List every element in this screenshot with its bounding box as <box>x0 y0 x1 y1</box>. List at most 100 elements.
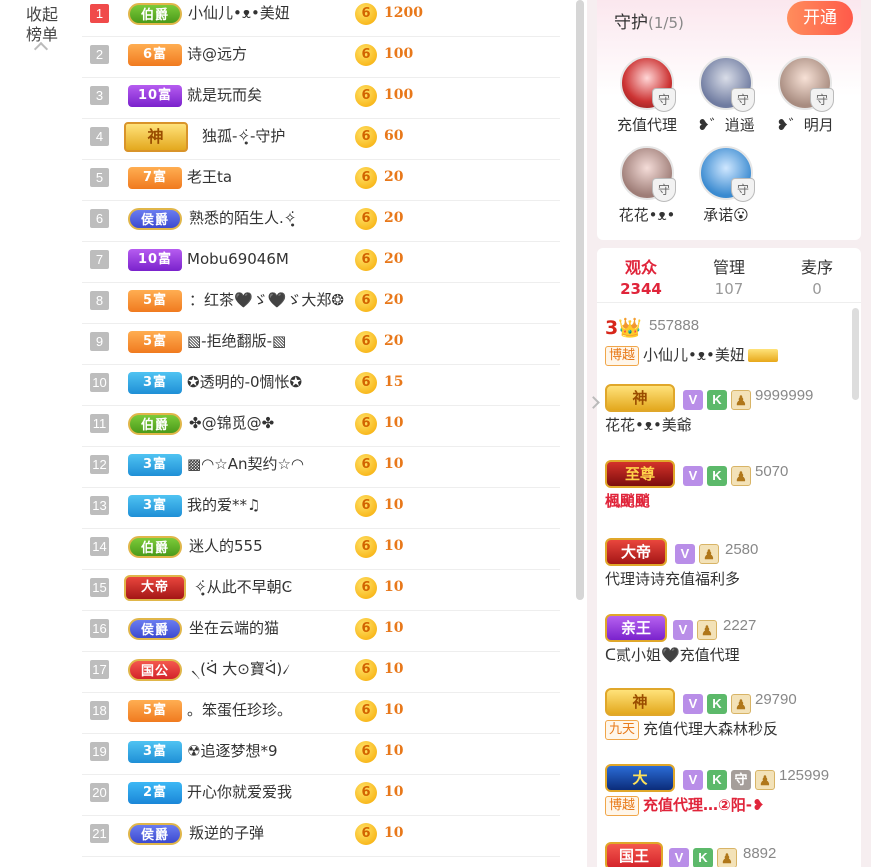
tab-admin[interactable]: 管理 107 <box>685 254 773 298</box>
rank-digit: 3 <box>605 317 619 339</box>
guard-member[interactable]: 守 ❥゛逍遥 <box>688 56 764 135</box>
coin-icon: 6 <box>355 741 377 763</box>
coin-icon: 6 <box>355 618 377 640</box>
ranking-row[interactable]: 2 6富 诗@远方 6 100 <box>82 37 560 78</box>
user-name[interactable]: ৲(ᐛ 大⊙寶ᐛ)৴ <box>191 652 290 693</box>
ranking-row[interactable]: 10 3富 ✪透明的-0惆怅✪ 6 15 <box>82 365 560 406</box>
ranking-row[interactable]: 20 2富 开心你就爱爱我 6 10 <box>82 775 560 816</box>
k-icon: K <box>707 770 727 790</box>
user-name[interactable]: ✤@锦觅@✤ <box>189 406 274 447</box>
score-value: 20 <box>384 169 404 185</box>
user-name[interactable]: 叛逆的子弹 <box>189 816 264 857</box>
tab-audience[interactable]: 观众 2344 <box>597 254 685 298</box>
user-name[interactable]: ▩◠☆An契约☆◠ <box>187 447 304 488</box>
viewer-item[interactable]: 3👑 557888 博越 小仙儿•ᴥ•美妞 <box>605 312 850 368</box>
rank-number: 11 <box>90 414 109 433</box>
viewer-item[interactable]: 至尊 V K ♟ 5070 楓颵颵 <box>605 458 850 514</box>
user-name[interactable]: 小仙儿•ᴥ•美妞 <box>188 0 290 37</box>
guard-title: 守护(1/5) <box>614 8 684 33</box>
ranking-row[interactable]: 7 10富 Mobu69046M 6 20 <box>82 242 560 283</box>
ranking-scrollbar[interactable] <box>576 0 584 600</box>
coin-icon: 6 <box>355 823 377 845</box>
rank-number: 10 <box>90 373 109 392</box>
guard-card: 守护(1/5) 开通 守 充值代理 守 ❥゛逍遥 守 ❥゛明月 守 花花•ᴥ• … <box>597 0 861 240</box>
score-value: 100 <box>384 46 414 62</box>
ranking-row[interactable]: 1 伯爵 小仙儿•ᴥ•美妞 6 1200 <box>82 0 560 37</box>
viewer-name: ᑕ贰小姐🖤充值代理 <box>605 646 740 664</box>
user-name[interactable]: 诗@远方 <box>187 37 247 78</box>
v-icon: V <box>683 770 703 790</box>
shield-icon: 守 <box>652 178 676 202</box>
viewer-level-number: 557888 <box>649 317 700 334</box>
ranking-row[interactable]: 16 侯爵 坐在云端的猫 6 10 <box>82 611 560 652</box>
user-name[interactable]: ☢追逐梦想*9 <box>187 734 278 775</box>
user-name[interactable]: ✪透明的-0惆怅✪ <box>187 365 302 406</box>
ranking-row[interactable]: 5 7富 老王ta 6 20 <box>82 160 560 201</box>
avatar: 守 <box>778 56 834 112</box>
guard-member[interactable]: 守 充值代理 <box>609 56 685 135</box>
guard-member[interactable]: 守 花花•ᴥ• <box>609 146 685 225</box>
ranking-row[interactable]: 11 伯爵 ✤@锦觅@✤ 6 10 <box>82 406 560 447</box>
ranking-row[interactable]: 14 伯爵 迷人的555 6 10 <box>82 529 560 570</box>
viewer-level-number: 5070 <box>755 463 789 480</box>
rank-number: 13 <box>90 496 109 515</box>
viewer-item[interactable]: 神 V K ♟ 9999999 花花•ᴥ•美爺 <box>605 382 850 438</box>
chevron-right-icon[interactable] <box>587 396 600 409</box>
user-name[interactable]: 老王ta <box>187 160 232 201</box>
tab-mic-queue[interactable]: 麦序 0 <box>773 254 861 298</box>
noble-badge: 神 <box>605 384 675 412</box>
user-name[interactable]: Mobu69046M <box>187 242 289 283</box>
user-name[interactable]: ▧-拒绝翻版-▧ <box>187 324 286 365</box>
ranking-row[interactable]: 4 神 独孤-✧̣̥̇-守护 6 60 <box>82 119 560 160</box>
open-guard-button[interactable]: 开通 <box>787 1 853 35</box>
coin-icon: 6 <box>355 167 377 189</box>
viewer-item[interactable]: 大 V K 守 ♟ 125999 博越 充值代理…②阳-❥ <box>605 762 850 818</box>
user-name[interactable]: 独孤-✧̣̥̇-守护 <box>202 119 285 160</box>
user-name[interactable]: ：红茶🖤ゞ🖤ゞ大郑❂ <box>189 283 344 324</box>
ranking-row[interactable]: 15 大帝 ✧̣̥̇从此不早朝Ͼ 6 10 <box>82 570 560 611</box>
collapse-ranking-toggle[interactable]: 收起榜单 <box>0 0 82 867</box>
level-badge: 10富 <box>128 85 182 107</box>
ranking-row[interactable]: 18 5富 。笨蛋任珍珍。 6 10 <box>82 693 560 734</box>
ranking-row[interactable]: 12 3富 ▩◠☆An契约☆◠ 6 10 <box>82 447 560 488</box>
level-badge: 3富 <box>128 454 182 476</box>
user-name[interactable]: ✧̣̥̇从此不早朝Ͼ <box>194 570 292 611</box>
coin-icon: 6 <box>355 700 377 722</box>
viewer-item[interactable]: 神 V K ♟ 29790 九天 充值代理大森林秒反 <box>605 686 850 742</box>
ranking-row[interactable]: 6 侯爵 熟悉的陌生人.✧̣̥̇ 6 20 <box>82 201 560 242</box>
user-name[interactable]: 熟悉的陌生人.✧̣̥̇ <box>189 201 296 242</box>
ranking-row[interactable]: 21 侯爵 叛逆的子弹 6 10 <box>82 816 560 857</box>
coin-icon: 6 <box>355 126 377 148</box>
viewer-item[interactable]: 亲王 V ♟ 2227 ᑕ贰小姐🖤充值代理 <box>605 612 850 668</box>
viewer-item[interactable]: 国王 V K ♟ 8892 <box>605 840 850 867</box>
user-name[interactable]: 坐在云端的猫 <box>189 611 279 652</box>
ranking-row[interactable]: 3 10富 就是玩而矣 6 100 <box>82 78 560 119</box>
level-badge: 6富 <box>128 44 182 66</box>
user-name[interactable]: 开心你就爱爱我 <box>187 775 292 816</box>
guard-member[interactable]: 守 承诺😮 <box>688 146 764 225</box>
viewer-name: 小仙儿•ᴥ•美妞 <box>643 346 745 364</box>
vip-icon <box>747 349 778 362</box>
audience-scrollbar[interactable] <box>852 308 859 400</box>
collapse-label: 收起榜单 <box>25 5 58 44</box>
ranking-row[interactable]: 17 国公 ৲(ᐛ 大⊙寶ᐛ)৴ 6 10 <box>82 652 560 693</box>
user-name[interactable]: 就是玩而矣 <box>187 78 262 119</box>
ranking-row[interactable]: 19 3富 ☢追逐梦想*9 6 10 <box>82 734 560 775</box>
level-badge: 2富 <box>128 782 182 804</box>
ranking-row[interactable]: 9 5富 ▧-拒绝翻版-▧ 6 20 <box>82 324 560 365</box>
crown-icon: 👑 <box>618 317 642 339</box>
ranking-row[interactable]: 8 5富 ：红茶🖤ゞ🖤ゞ大郑❂ 6 20 <box>82 283 560 324</box>
guard-name: 承诺😮 <box>703 206 749 224</box>
score-value: 10 <box>384 743 404 759</box>
user-name[interactable]: 。笨蛋任珍珍。 <box>187 693 292 734</box>
coin-icon: 6 <box>355 208 377 230</box>
viewer-item[interactable]: 大帝 V ♟ 2580 代理诗诗充值福利多 <box>605 536 850 592</box>
coin-icon: 6 <box>355 249 377 271</box>
level-badge: 国公 <box>128 659 182 681</box>
user-name[interactable]: 我的爱**♫ <box>187 488 260 529</box>
coin-icon: 6 <box>355 495 377 517</box>
ranking-row[interactable]: 13 3富 我的爱**♫ 6 10 <box>82 488 560 529</box>
user-name[interactable]: 迷人的555 <box>189 529 263 570</box>
guard-member[interactable]: 守 ❥゛明月 <box>767 56 843 135</box>
score-value: 10 <box>384 497 404 513</box>
